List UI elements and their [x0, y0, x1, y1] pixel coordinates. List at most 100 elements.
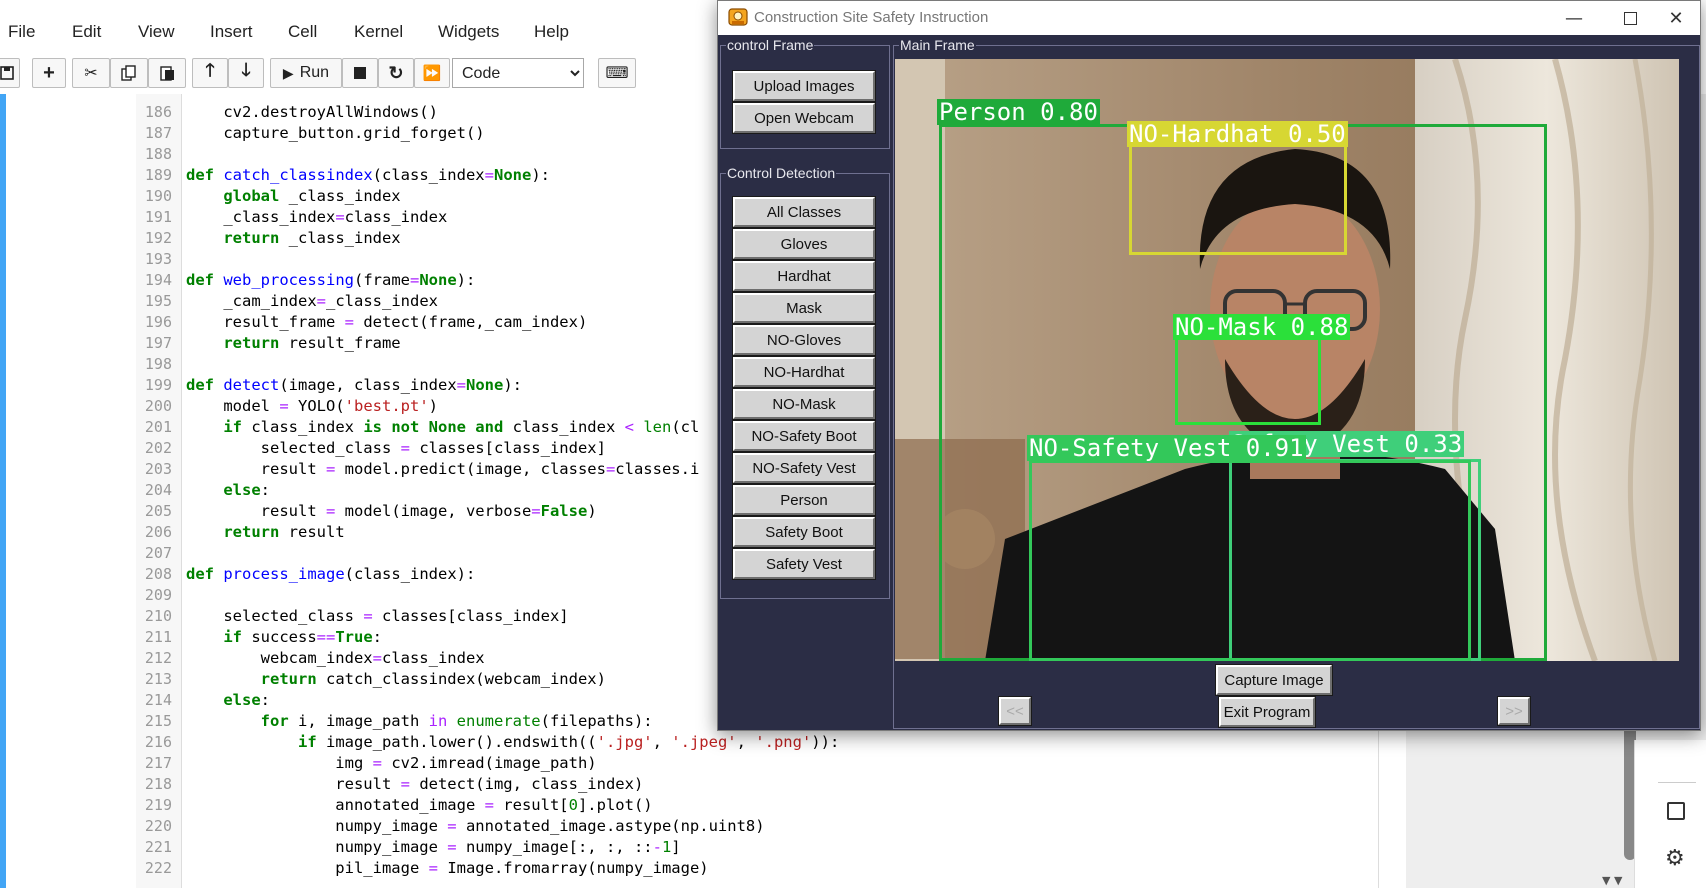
class-button-all-classes[interactable]: All Classes: [733, 197, 875, 227]
scissors-icon: ✂: [84, 65, 98, 82]
move-up-button[interactable]: 🡑: [192, 58, 228, 88]
run-button[interactable]: ▶ Run: [270, 58, 342, 88]
right-side-panel: ⚙: [1634, 740, 1706, 888]
paste-button[interactable]: [148, 58, 186, 88]
line-number: 198: [144, 355, 172, 373]
code-line: return catch_classindex(webcam_index): [260, 670, 606, 688]
class-button-no-gloves[interactable]: NO-Gloves: [733, 325, 875, 355]
class-button-safety-boot[interactable]: Safety Boot: [733, 517, 875, 547]
close-icon: ✕: [1668, 7, 1684, 29]
line-number: 195: [144, 292, 172, 310]
code-line: return result: [223, 523, 345, 541]
code-line: numpy_image = annotated_image.astype(np.…: [186, 817, 765, 835]
line-number: 215: [144, 712, 172, 730]
exit-program-button[interactable]: Exit Program: [1219, 697, 1315, 727]
menu-insert[interactable]: Insert: [210, 22, 253, 42]
detection-label-person: Person 0.80: [937, 98, 1100, 126]
line-number: 192: [144, 229, 172, 247]
copy-icon: [121, 65, 136, 81]
class-button-no-mask[interactable]: NO-Mask: [733, 389, 875, 419]
command-palette-button[interactable]: ⌨: [598, 58, 636, 88]
gear-icon[interactable]: ⚙: [1665, 846, 1685, 871]
code-line: def detect(image, class_index=None):: [186, 376, 522, 394]
line-number: 218: [144, 775, 172, 793]
title-bar[interactable]: Construction Site Safety Instruction — ✕: [718, 1, 1700, 35]
code-line: for i, image_path in enumerate(filepaths…: [260, 712, 653, 730]
control-frame-label: control Frame: [726, 37, 815, 53]
detection-box-no-mask: [1175, 337, 1321, 425]
cut-button[interactable]: ✂: [72, 58, 110, 88]
restart-run-all-button[interactable]: ⏩: [414, 58, 450, 88]
run-label: Run: [299, 64, 330, 81]
code-line: if class_index is not None and class_ind…: [223, 418, 700, 436]
code-line: if success==True:: [223, 628, 382, 646]
insert-cell-button[interactable]: +: [32, 58, 66, 88]
line-number: 187: [144, 124, 172, 142]
cell-type-select[interactable]: Code: [452, 58, 584, 88]
line-number: 203: [144, 460, 172, 478]
line-number: 190: [144, 187, 172, 205]
class-button-mask[interactable]: Mask: [733, 293, 875, 323]
minimize-button[interactable]: —: [1552, 3, 1596, 33]
line-number: 202: [144, 439, 172, 457]
line-number: 208: [144, 565, 172, 583]
arrow-up-icon: 🡑: [205, 60, 215, 80]
line-number: 222: [144, 859, 172, 877]
menu-help[interactable]: Help: [534, 22, 569, 42]
keyboard-icon: ⌨: [605, 65, 629, 82]
line-number: 205: [144, 502, 172, 520]
interrupt-button[interactable]: [342, 58, 378, 88]
line-number: 219: [144, 796, 172, 814]
code-line: if image_path.lower().endswith(('.jpg', …: [297, 733, 840, 751]
scroll-down-icon[interactable]: ▼ ▼: [1602, 874, 1622, 887]
app-body: control Frame Upload Images Open Webcam …: [718, 35, 1700, 730]
menu-file[interactable]: File: [8, 22, 35, 42]
move-down-button[interactable]: 🡓: [228, 58, 264, 88]
line-number: 221: [144, 838, 172, 856]
panel-divider: [1658, 782, 1696, 783]
code-line: result = detect(img, class_index): [186, 775, 644, 793]
line-number: 188: [144, 145, 172, 163]
class-button-hardhat[interactable]: Hardhat: [733, 261, 875, 291]
open-webcam-button[interactable]: Open Webcam: [733, 103, 875, 133]
close-button[interactable]: ✕: [1654, 3, 1698, 33]
class-button-no-safety-vest[interactable]: NO-Safety Vest: [733, 453, 875, 483]
class-button-person[interactable]: Person: [733, 485, 875, 515]
code-line: model = YOLO('best.pt'): [186, 397, 439, 415]
next-button[interactable]: >>: [1498, 697, 1530, 725]
menu-cell[interactable]: Cell: [288, 22, 317, 42]
line-number: 194: [144, 271, 172, 289]
restart-button[interactable]: ↻: [378, 58, 414, 88]
window-title: Construction Site Safety Instruction: [754, 9, 989, 26]
save-button[interactable]: [0, 58, 20, 88]
code-line: else:: [223, 481, 270, 499]
line-number: 196: [144, 313, 172, 331]
line-number: 209: [144, 586, 172, 604]
menu-widgets[interactable]: Widgets: [438, 22, 499, 42]
maximize-button[interactable]: [1608, 3, 1652, 33]
code-line: annotated_image = result[0].plot(): [186, 796, 653, 814]
play-icon: ▶: [282, 64, 294, 81]
line-number: 200: [144, 397, 172, 415]
stop-icon: [354, 67, 366, 79]
line-number: 191: [144, 208, 172, 226]
code-line: result = model.predict(image, classes=cl…: [186, 460, 700, 478]
copy-button[interactable]: [110, 58, 148, 88]
line-number: 204: [144, 481, 172, 499]
class-button-no-safety-boot[interactable]: NO-Safety Boot: [733, 421, 875, 451]
previous-button[interactable]: <<: [999, 697, 1031, 725]
class-button-no-hardhat[interactable]: NO-Hardhat: [733, 357, 875, 387]
panel-toggle-icon[interactable]: [1667, 802, 1685, 820]
code-line: capture_button.grid_forget(): [186, 124, 485, 142]
detection-label-no-mask: NO-Mask 0.88: [1173, 313, 1351, 341]
menu-edit[interactable]: Edit: [72, 22, 101, 42]
menu-view[interactable]: View: [138, 22, 175, 42]
detection-box-no-hardhat: [1129, 143, 1347, 255]
code-line: _class_index=class_index: [186, 208, 448, 226]
capture-image-button[interactable]: Capture Image: [1216, 665, 1332, 695]
menu-kernel[interactable]: Kernel: [354, 22, 403, 42]
upload-images-button[interactable]: Upload Images: [733, 71, 875, 101]
class-button-gloves[interactable]: Gloves: [733, 229, 875, 259]
line-number: 201: [144, 418, 172, 436]
class-button-safety-vest[interactable]: Safety Vest: [733, 549, 875, 579]
